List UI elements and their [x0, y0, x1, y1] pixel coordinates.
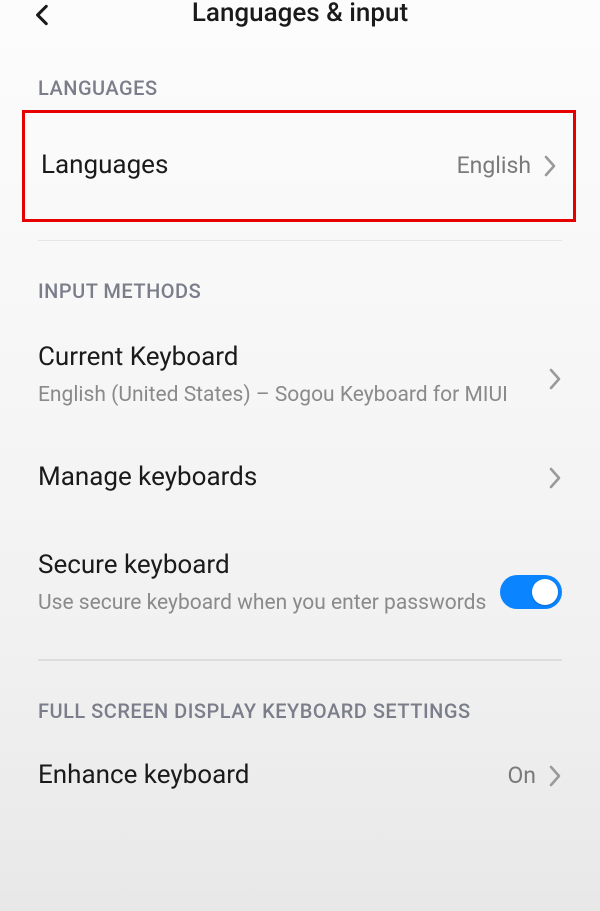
- toggle-knob: [532, 579, 558, 605]
- row-subtitle-current-keyboard: English (United States) – Sogou Keyboard…: [38, 381, 548, 409]
- row-right: [548, 466, 562, 490]
- row-languages[interactable]: Languages English: [25, 113, 573, 219]
- row-subtitle-secure-keyboard: Use secure keyboard when you enter passw…: [38, 589, 500, 617]
- page-title: Languages & input: [20, 0, 580, 28]
- divider: [38, 240, 562, 241]
- row-title-languages: Languages: [41, 149, 457, 183]
- section-header-languages: LANGUAGES: [0, 76, 600, 100]
- chevron-right-icon: [548, 466, 562, 490]
- row-enhance-keyboard[interactable]: Enhance keyboard On: [0, 733, 600, 803]
- row-content: Languages: [41, 149, 457, 183]
- row-title-current-keyboard: Current Keyboard: [38, 341, 548, 375]
- header-bar: Languages & input: [0, 0, 600, 40]
- row-value-enhance-keyboard: On: [507, 762, 536, 789]
- section-header-full-screen: FULL SCREEN DISPLAY KEYBOARD SETTINGS: [0, 699, 600, 723]
- row-title-manage-keyboards: Manage keyboards: [38, 461, 548, 495]
- chevron-right-icon: [548, 367, 562, 391]
- chevron-right-icon: [543, 154, 557, 178]
- row-right: [548, 367, 562, 391]
- row-value-languages: English: [457, 152, 531, 179]
- chevron-right-icon: [548, 764, 562, 788]
- section-header-input-methods: INPUT METHODS: [0, 279, 600, 303]
- row-title-secure-keyboard: Secure keyboard: [38, 549, 500, 583]
- row-title-enhance-keyboard: Enhance keyboard: [38, 759, 507, 793]
- row-content: Current Keyboard English (United States)…: [38, 341, 548, 409]
- row-secure-keyboard[interactable]: Secure keyboard Use secure keyboard when…: [0, 529, 600, 637]
- row-manage-keyboards[interactable]: Manage keyboards: [0, 427, 600, 529]
- row-right: On: [507, 762, 562, 789]
- row-content: Secure keyboard Use secure keyboard when…: [38, 549, 500, 617]
- toggle-secure-keyboard[interactable]: [500, 575, 562, 609]
- back-icon[interactable]: [30, 2, 56, 32]
- highlight-languages-row: Languages English: [22, 110, 576, 222]
- row-content: Enhance keyboard: [38, 759, 507, 793]
- row-current-keyboard[interactable]: Current Keyboard English (United States)…: [0, 313, 600, 427]
- divider: [38, 659, 562, 661]
- row-content: Manage keyboards: [38, 461, 548, 495]
- row-right: English: [457, 152, 557, 179]
